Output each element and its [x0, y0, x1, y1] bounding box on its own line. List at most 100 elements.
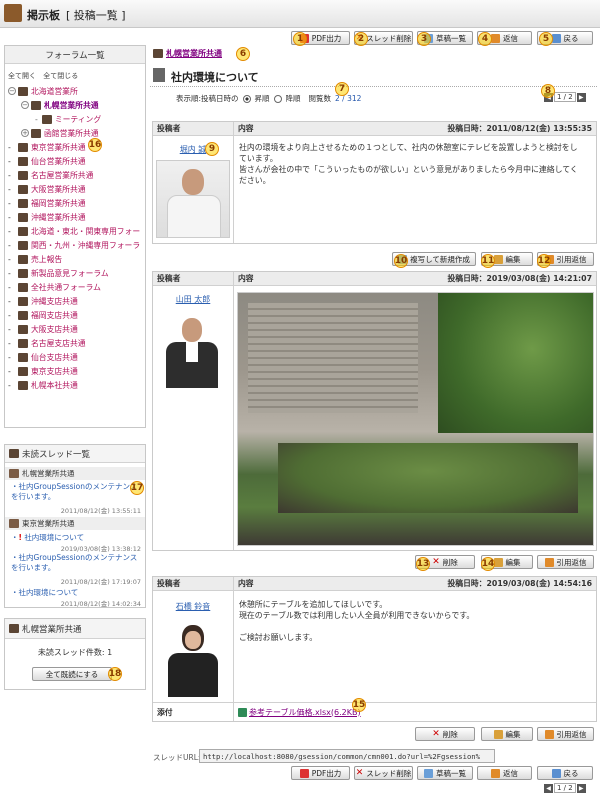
pdf-export-button-bottom[interactable]: PDF出力	[291, 766, 350, 780]
author-link[interactable]: 山田 太郎	[153, 294, 233, 305]
forum-item-sales[interactable]: - 売上報告	[8, 252, 62, 266]
marker-9: 9	[205, 142, 219, 156]
collapse-icon[interactable]: −	[21, 101, 29, 109]
post-author-cell: 山田 太郎	[153, 286, 234, 550]
marker-3: 3	[417, 32, 431, 46]
marker-15: 15	[352, 698, 366, 712]
forum-item-east[interactable]: - 北海道・東北・関東専用フォー	[8, 224, 140, 238]
forum-item-hokkaido[interactable]: − 北海道営業所	[8, 84, 78, 98]
attachment-link[interactable]: 参考テーブル価格.xlsx(6.2KB)	[234, 707, 361, 718]
unread-thread-link[interactable]: ・! 社内環境について	[11, 532, 139, 543]
unread-thread-link[interactable]: ・社内GroupSessionのメンテナンスを行います。	[11, 482, 139, 502]
asc-radio[interactable]	[242, 94, 251, 103]
forum-item-okinawa-branch[interactable]: - 沖縄支店共通	[8, 294, 78, 308]
post-header: 投稿者 内容 投稿日時：2019/03/08(金) 14:21:07	[153, 272, 596, 286]
forum-item-sapporo-hq[interactable]: - 札幌本社共通	[8, 378, 78, 392]
marker-2: 2	[354, 32, 368, 46]
page-subtitle: [ 投稿一覧 ]	[66, 9, 126, 22]
reply-button-bottom[interactable]: 返信	[477, 766, 532, 780]
forum-item-tokyo-branch[interactable]: - 東京支店共通	[8, 364, 78, 378]
edit-button[interactable]: 編集	[481, 727, 533, 741]
folder-icon	[18, 352, 28, 362]
unread-forum-header: 札幌営業所共通	[5, 467, 145, 480]
marker-5: 5	[539, 32, 553, 46]
folder-icon	[18, 324, 28, 334]
folder-icon	[18, 142, 28, 152]
post-body: 休憩所にテーブルを追加してほしいです。 現在のテーブル数では利用したい人全員が利用…	[239, 600, 475, 642]
post-date: 投稿日時：2019/03/08(金) 14:54:16	[447, 579, 592, 588]
folder-icon	[18, 296, 28, 306]
page-select[interactable]: 1 / 2	[554, 783, 576, 793]
forum-item-sapporo[interactable]: − 札幌営業所共通	[21, 98, 99, 112]
attachment-row: 添付 参考テーブル価格.xlsx(6.2KB)	[153, 702, 596, 721]
author-link[interactable]: 堀内 誠	[153, 144, 233, 155]
collapse-all-link[interactable]: 全て閉じる	[43, 72, 78, 80]
important-icon: !	[18, 533, 22, 542]
forum-item-tokyo[interactable]: - 東京営業所共通	[8, 140, 86, 154]
unread-thread-date: 2011/08/12(金) 17:19:07	[60, 578, 141, 586]
mark-all-read-button[interactable]: 全て既読にする	[32, 667, 112, 681]
forum-item-sendai-branch[interactable]: - 仙台支店共通	[8, 350, 78, 364]
post-author-cell: 石橋 鈴音	[153, 591, 234, 702]
forum-item-company[interactable]: - 全社共通フォーラム	[8, 280, 101, 294]
forum-item-nagoya-branch[interactable]: - 名古屋支店共通	[8, 336, 86, 350]
page-title: 掲示板[ 投稿一覧 ]	[27, 9, 126, 22]
delete-icon: ✕	[432, 728, 440, 739]
unread-thread-link[interactable]: ・社内GroupSessionのメンテナンスを行います。	[11, 553, 139, 573]
forum-item-fukuoka[interactable]: - 福岡営業所共通	[8, 196, 86, 210]
forum-item-hakodate[interactable]: + 函館営業所共通	[21, 126, 99, 140]
forum-item-sendai[interactable]: - 仙台営業所共通	[8, 154, 86, 168]
forum-item-osaka-branch[interactable]: - 大阪支店共通	[8, 322, 78, 336]
author-link[interactable]: 石橋 鈴音	[153, 601, 233, 612]
unread-thread-date: 2011/08/12(金) 14:02:34	[60, 600, 141, 608]
draft-icon	[424, 768, 433, 778]
folder-icon	[153, 49, 163, 58]
post-date: 投稿日時：2011/08/12(金) 13:55:35	[447, 124, 592, 133]
marker-16: 16	[88, 138, 102, 152]
expand-all-link[interactable]: 全て開く	[8, 72, 36, 80]
thread-url-field[interactable]: http://localhost:8080/gsession/common/cm…	[199, 749, 495, 763]
forum-list-panel: フォーラム一覧 全て開く 全て閉じる − 北海道営業所 − 札幌営業所共通 - ミーテ…	[4, 45, 146, 428]
next-page-icon[interactable]: ▶	[576, 783, 586, 793]
forum-item-meeting[interactable]: - ミーティング	[35, 112, 101, 126]
author-photo	[156, 619, 230, 697]
forum-breadcrumb[interactable]: 札幌営業所共通	[153, 48, 222, 59]
post-1: 投稿者 内容 投稿日時：2011/08/12(金) 13:55:35 堀内 誠 社内…	[152, 121, 597, 244]
delete-icon: ✕	[432, 556, 440, 567]
page-select[interactable]: 1 / 2	[554, 92, 576, 102]
collapse-icon[interactable]: −	[8, 87, 16, 95]
marker-6: 6	[236, 47, 250, 61]
forum-item-osaka[interactable]: - 大阪営業所共通	[8, 182, 86, 196]
prev-page-icon[interactable]: ◀	[544, 783, 553, 793]
unread-thread-link[interactable]: ・社内環境について	[11, 587, 139, 598]
forum-item-west[interactable]: - 関西・九州・沖縄専用フォーラ	[8, 238, 140, 252]
forum-item-fukuoka-branch[interactable]: - 福岡支店共通	[8, 308, 78, 322]
folder-icon	[18, 240, 28, 250]
expand-icon[interactable]: +	[21, 129, 29, 137]
folder-icon	[18, 226, 28, 236]
post-header: 投稿者 内容 投稿日時：2011/08/12(金) 13:55:35	[153, 122, 596, 136]
forum-summary-panel: 札幌営業所共通 未読スレッド件数: 1 全て既読にする	[4, 618, 146, 690]
delete-button[interactable]: ✕ 削除	[415, 727, 475, 741]
next-page-icon[interactable]: ▶	[576, 92, 586, 102]
folder-icon	[18, 86, 28, 96]
forum-item-okinawa[interactable]: - 沖縄営業所共通	[8, 210, 86, 224]
folder-icon	[18, 198, 28, 208]
thread-delete-button-bottom[interactable]: ✕ スレッド削除	[354, 766, 413, 780]
quote-reply-button[interactable]: 引用返信	[537, 727, 594, 741]
pdf-icon	[299, 768, 309, 778]
desc-radio[interactable]	[273, 94, 282, 103]
quote-reply-button[interactable]: 引用返信	[537, 555, 594, 569]
marker-18: 18	[108, 667, 122, 681]
post-date: 投稿日時：2019/03/08(金) 14:21:07	[447, 274, 592, 283]
forum-item-nagoya[interactable]: - 名古屋営業所共通	[8, 168, 93, 182]
marker-11: 11	[481, 254, 495, 268]
forum-item-newproduct[interactable]: - 新製品意見フォーラム	[8, 266, 109, 280]
post-header: 投稿者 内容 投稿日時：2019/03/08(金) 14:54:16	[153, 577, 596, 591]
folder-icon	[9, 624, 19, 633]
folder-icon	[18, 380, 28, 390]
author-photo	[156, 160, 230, 238]
forum-summary-header: 札幌営業所共通	[5, 619, 145, 639]
back-button-bottom[interactable]: 戻る	[537, 766, 593, 780]
draft-list-button-bottom[interactable]: 草稿一覧	[417, 766, 473, 780]
